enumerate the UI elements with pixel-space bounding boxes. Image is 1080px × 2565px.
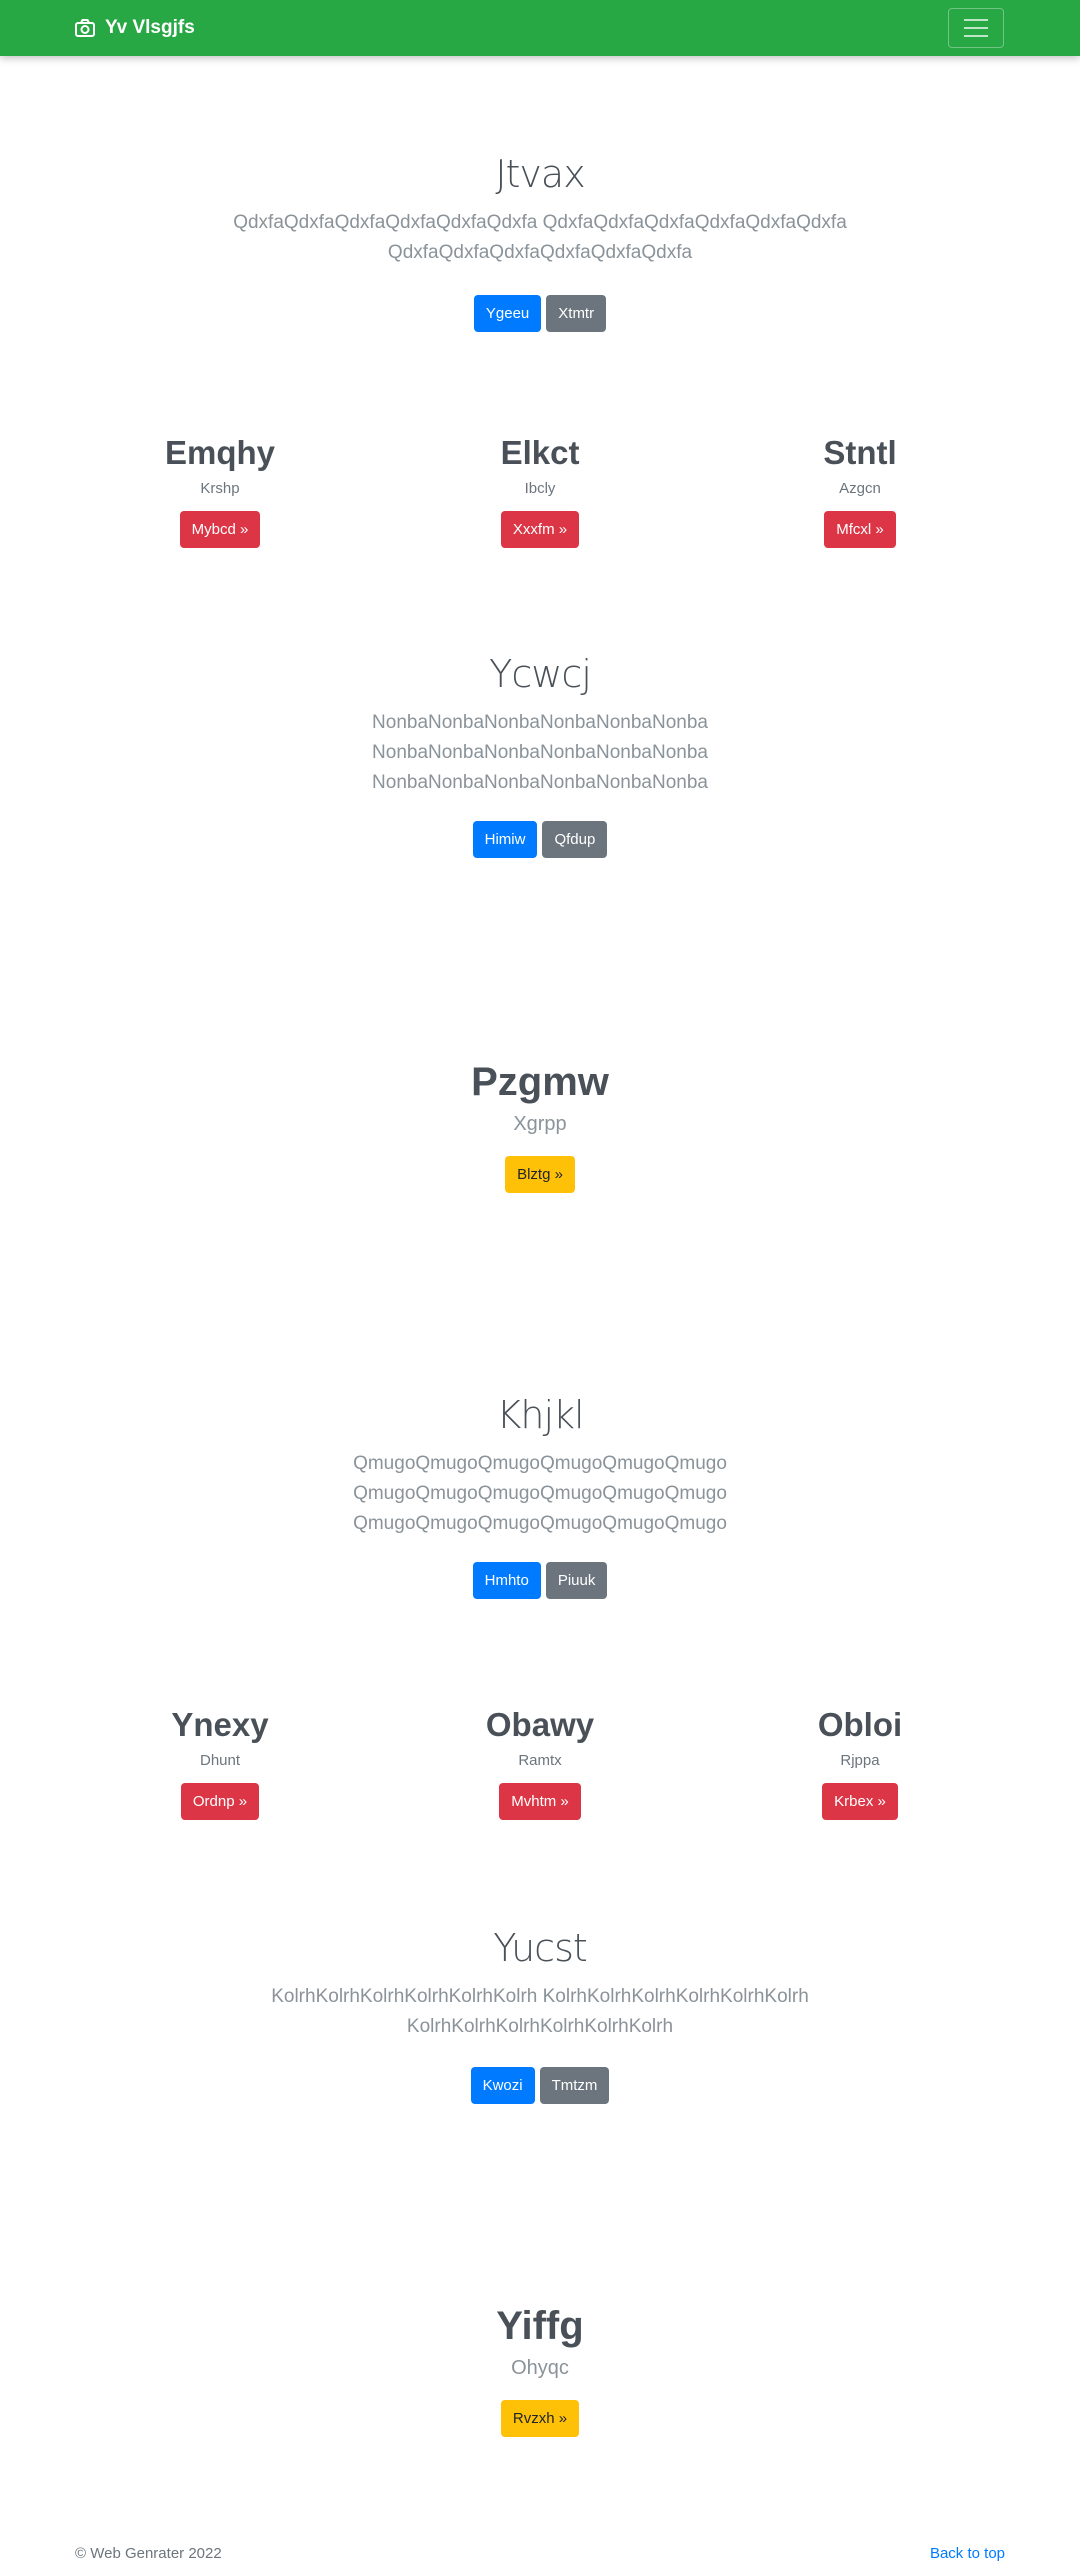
back-to-top-link[interactable]: Back to top	[930, 2545, 1005, 2562]
navbar: Yv Vlsgjfs	[0, 0, 1080, 56]
feature-text: Xgrpp	[513, 1113, 567, 1135]
section-text-line: QdxfaQdxfaQdxfaQdxfaQdxfaQdxfa QdxfaQdxf…	[233, 212, 847, 233]
section-title: Yucst	[493, 1926, 588, 1970]
column-text: Krshp	[200, 480, 240, 497]
secondary-button[interactable]: Qfdup	[542, 821, 608, 858]
navbar-brand[interactable]: Yv Vlsgjfs	[75, 0, 195, 56]
column-card: Obawy Ramtx Mvhtm »	[390, 1706, 690, 1820]
section-text-line: QdxfaQdxfaQdxfaQdxfaQdxfaQdxfa	[387, 242, 693, 263]
column-text: Ibcly	[524, 480, 556, 497]
jumbotron-section: Khjkl QmugoQmugoQmugoQmugoQmugoQmugo Qmu…	[0, 1393, 1080, 1599]
section-text-line: QmugoQmugoQmugoQmugoQmugoQmugo	[353, 1483, 727, 1504]
jumbotron-section: Ycwcj NonbaNonbaNonbaNonbaNonbaNonba Non…	[0, 652, 1080, 858]
feature-section: Yiffg Ohyqc Rvzxh »	[0, 2304, 1080, 2437]
column-title: Stntl	[823, 434, 897, 471]
column-title: Elkct	[500, 434, 580, 471]
column-button[interactable]: Xxxfm »	[500, 511, 580, 548]
section-text-line: NonbaNonbaNonbaNonbaNonbaNonba	[372, 712, 708, 733]
brand-label: Yv Vlsgjfs	[105, 17, 195, 38]
feature-section: Pzgmw Xgrpp Blztg »	[0, 1060, 1080, 1193]
secondary-button[interactable]: Tmtzm	[539, 2067, 610, 2104]
section-text-line: KolrhKolrhKolrhKolrhKolrhKolrh	[406, 2016, 674, 2037]
column-card: Elkct Ibcly Xxxfm »	[390, 434, 690, 548]
section-title: Ycwcj	[489, 652, 592, 696]
column-card: Obloi Rjppa Krbex »	[710, 1706, 1010, 1820]
primary-button[interactable]: Hmhto	[472, 1562, 541, 1599]
column-button[interactable]: Mvhtm »	[499, 1783, 581, 1820]
column-title: Ynexy	[171, 1706, 269, 1743]
hamburger-icon	[964, 19, 988, 21]
column-card: Stntl Azgcn Mfcxl »	[710, 434, 1010, 548]
jumbotron-section: Jtvax QdxfaQdxfaQdxfaQdxfaQdxfaQdxfa Qdx…	[0, 152, 1080, 332]
section-title: Jtvax	[495, 152, 585, 196]
primary-button[interactable]: Ygeeu	[473, 295, 542, 332]
column-text: Rjppa	[840, 1752, 880, 1769]
feature-button[interactable]: Blztg »	[505, 1156, 575, 1193]
secondary-button[interactable]: Xtmtr	[546, 295, 607, 332]
column-button[interactable]: Mybcd »	[179, 511, 261, 548]
primary-button[interactable]: Kwozi	[470, 2067, 535, 2104]
camera-icon	[75, 19, 95, 37]
section-text-line: QmugoQmugoQmugoQmugoQmugoQmugo	[353, 1453, 727, 1474]
column-title: Obloi	[817, 1706, 903, 1743]
feature-title: Pzgmw	[471, 1060, 609, 1104]
secondary-button[interactable]: Piuuk	[545, 1562, 608, 1599]
column-title: Obawy	[485, 1706, 595, 1743]
column-button[interactable]: Krbex »	[822, 1783, 898, 1820]
feature-title: Yiffg	[496, 2304, 584, 2348]
menu-toggle-button[interactable]	[948, 8, 1004, 48]
column-button[interactable]: Ordnp »	[180, 1783, 260, 1820]
column-text: Ramtx	[518, 1752, 562, 1769]
column-card: Emqhy Krshp Mybcd »	[70, 434, 370, 548]
column-text: Azgcn	[839, 480, 881, 497]
section-text-line: QmugoQmugoQmugoQmugoQmugoQmugo	[353, 1513, 727, 1534]
section-title: Khjkl	[496, 1393, 584, 1437]
column-button[interactable]: Mfcxl »	[824, 511, 896, 548]
column-text: Dhunt	[199, 1752, 241, 1769]
section-text-line: KolrhKolrhKolrhKolrhKolrhKolrh KolrhKolr…	[271, 1986, 809, 2007]
feature-text: Ohyqc	[511, 2357, 569, 2379]
section-text-line: NonbaNonbaNonbaNonbaNonbaNonba	[372, 772, 708, 793]
feature-button[interactable]: Rvzxh »	[500, 2400, 580, 2437]
primary-button[interactable]: Himiw	[472, 821, 538, 858]
column-title: Emqhy	[164, 434, 276, 471]
footer-copyright: © Web Genrater 2022	[75, 2545, 222, 2562]
jumbotron-section: Yucst KolrhKolrhKolrhKolrhKolrhKolrh Kol…	[0, 1926, 1080, 2104]
section-text-line: NonbaNonbaNonbaNonbaNonbaNonba	[372, 742, 708, 763]
column-card: Ynexy Dhunt Ordnp »	[70, 1706, 370, 1820]
